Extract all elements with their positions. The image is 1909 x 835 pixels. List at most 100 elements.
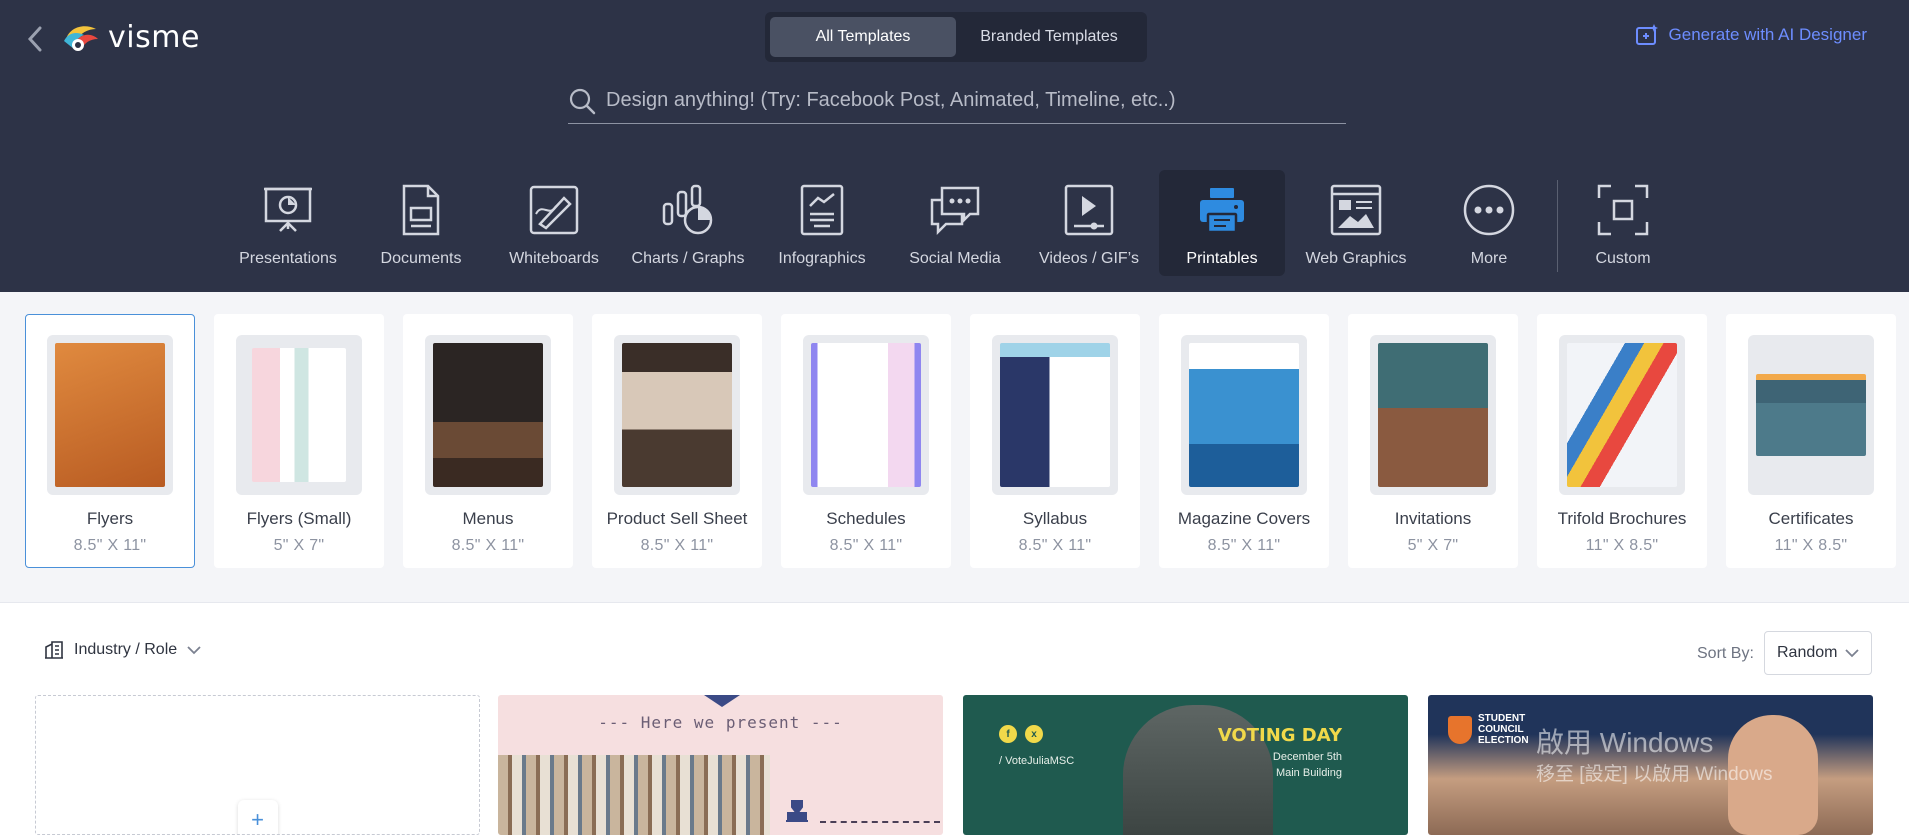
- industry-role-label: Industry / Role: [74, 641, 178, 658]
- category-label: Custom: [1595, 250, 1651, 267]
- template-card[interactable]: STUDENT COUNCIL ELECTION 啟用 Windows 移至 […: [1428, 695, 1873, 835]
- subcategory-thumbnail: [803, 335, 929, 495]
- industry-role-dropdown[interactable]: Industry / Role: [44, 641, 201, 659]
- category-infographics[interactable]: Infographics: [759, 170, 885, 276]
- subcategory-syllabus[interactable]: Syllabus 8.5" X 11": [970, 314, 1140, 568]
- search-input[interactable]: [606, 89, 1326, 112]
- category-printables[interactable]: Printables: [1159, 170, 1285, 276]
- social-icons: f x: [999, 725, 1043, 743]
- subcategory-certificates[interactable]: Certificates 11" X 8.5": [1726, 314, 1896, 568]
- voting-date: December 5th Main Building: [1273, 749, 1342, 781]
- generate-ai-designer-button[interactable]: Generate with AI Designer: [1635, 24, 1867, 46]
- back-button[interactable]: [22, 24, 48, 54]
- visme-logo-icon: [64, 25, 98, 51]
- subcategory-thumbnail: [1181, 335, 1307, 495]
- handle-text: / VoteJuliaMSC: [999, 755, 1075, 767]
- subcategory-size: 5" X 7": [273, 537, 325, 554]
- chevron-down-icon: [1845, 649, 1859, 658]
- windows-watermark-title: 啟用 Windows: [1536, 727, 1714, 758]
- blank-template-card[interactable]: +: [35, 695, 480, 835]
- subcategory-product-sell-sheet[interactable]: Product Sell Sheet 8.5" X 11": [592, 314, 762, 568]
- subcategory-name: Invitations: [1394, 509, 1472, 528]
- subcategory-name: Trifold Brochures: [1557, 509, 1687, 528]
- tab-branded-templates[interactable]: Branded Templates: [956, 17, 1142, 57]
- tab-all-templates[interactable]: All Templates: [770, 17, 956, 57]
- subcategory-size: 5" X 7": [1407, 537, 1459, 554]
- shield-icon: [1448, 715, 1472, 744]
- category-label: Social Media: [909, 250, 1001, 267]
- subcategory-schedules[interactable]: Schedules 8.5" X 11": [781, 314, 951, 568]
- subcategory-size: 8.5" X 11": [73, 537, 147, 554]
- filter-bar: Industry / Role Sort By: Random: [0, 602, 1909, 692]
- subcategory-name: Product Sell Sheet: [606, 509, 748, 528]
- search-bar: [568, 78, 1346, 124]
- voting-day-title: VOTING DAY: [1217, 725, 1342, 746]
- template-card[interactable]: f x / VoteJuliaMSC VOTING DAY December 5…: [963, 695, 1408, 835]
- visme-logo[interactable]: visme: [62, 20, 200, 55]
- facebook-icon: f: [999, 725, 1017, 743]
- chevron-down-icon: [187, 646, 201, 655]
- subcategory-flyers[interactable]: Flyers 8.5" X 11": [25, 314, 195, 568]
- x-icon: x: [1025, 725, 1043, 743]
- category-label: Web Graphics: [1305, 250, 1407, 267]
- subcategory-name: Flyers (Small): [246, 509, 352, 528]
- category-label: Infographics: [778, 250, 866, 267]
- stamp-icon: [786, 800, 808, 822]
- category-social-media[interactable]: Social Media: [892, 170, 1018, 276]
- subcategory-magazine-covers[interactable]: Magazine Covers 8.5" X 11": [1159, 314, 1329, 568]
- subcategory-thumbnail: [236, 335, 362, 495]
- subcategory-name: Certificates: [1768, 509, 1854, 528]
- subcategory-name: Syllabus: [1022, 509, 1088, 528]
- presentation-icon: [264, 187, 312, 232]
- subcategory-trifold-brochures[interactable]: Trifold Brochures 11" X 8.5": [1537, 314, 1707, 568]
- subcategory-size: 11" X 8.5": [1585, 537, 1659, 554]
- subcategory-name: Menus: [462, 509, 514, 528]
- category-whiteboards[interactable]: Whiteboards: [491, 170, 617, 276]
- subcategory-size: 8.5" X 11": [1207, 537, 1281, 554]
- video-icon: [1064, 184, 1114, 236]
- sort-select[interactable]: Random: [1764, 631, 1872, 675]
- ai-sparkle-icon: [1635, 24, 1658, 45]
- subcategory-thumbnail: [992, 335, 1118, 495]
- category-label: More: [1470, 250, 1508, 267]
- subcategory-thumbnail: [1559, 335, 1685, 495]
- subcategory-thumbnail: [47, 335, 173, 495]
- sort-by-label: Sort By:: [1697, 645, 1754, 662]
- voting-date-line: December 5th: [1272, 751, 1342, 763]
- social-media-icon: [930, 186, 980, 236]
- subcategory-flyers-small[interactable]: Flyers (Small) 5" X 7": [214, 314, 384, 568]
- building-icon: [45, 641, 63, 659]
- category-presentations[interactable]: Presentations: [225, 170, 351, 276]
- category-charts-graphs[interactable]: Charts / Graphs: [625, 170, 751, 276]
- category-label: Presentations: [239, 250, 337, 267]
- printables-subcategories: Flyers 8.5" X 11" Flyers (Small) 5" X 7"…: [0, 292, 1909, 602]
- template-card[interactable]: --- Here we present ---: [498, 695, 943, 835]
- badge-line: COUNCIL: [1478, 724, 1524, 735]
- add-blank-button[interactable]: +: [237, 800, 278, 834]
- web-graphics-icon: [1330, 184, 1382, 236]
- subcategory-name: Magazine Covers: [1177, 509, 1311, 528]
- category-web-graphics[interactable]: Web Graphics: [1293, 170, 1419, 276]
- category-documents[interactable]: Documents: [358, 170, 484, 276]
- election-badge: STUDENT COUNCIL ELECTION: [1448, 713, 1529, 746]
- subcategory-menus[interactable]: Menus 8.5" X 11": [403, 314, 573, 568]
- category-label: Charts / Graphs: [631, 250, 745, 267]
- category-custom[interactable]: Custom: [1560, 170, 1686, 276]
- top-header: visme All Templates Branded Templates Ge…: [0, 0, 1909, 292]
- category-bar: Presentations Documents Whiteboards Char…: [0, 170, 1909, 276]
- subcategory-size: 8.5" X 11": [1018, 537, 1092, 554]
- subcategory-thumbnail: [614, 335, 740, 495]
- subcategory-thumbnail: [1748, 335, 1874, 495]
- subcategory-size: 11" X 8.5": [1774, 537, 1848, 554]
- category-label: Documents: [380, 250, 462, 267]
- category-more[interactable]: More: [1426, 170, 1552, 276]
- subcategory-thumbnail: [1370, 335, 1496, 495]
- template-heading: --- Here we present ---: [598, 713, 843, 732]
- logo-text: visme: [108, 20, 200, 55]
- subcategory-invitations[interactable]: Invitations 5" X 7": [1348, 314, 1518, 568]
- generate-ai-designer-label: Generate with AI Designer: [1668, 25, 1867, 44]
- subcategory-size: 8.5" X 11": [640, 537, 714, 554]
- voting-location-line: Main Building: [1275, 767, 1342, 779]
- search-icon: [569, 88, 596, 114]
- category-videos-gifs[interactable]: Videos / GIF’s: [1026, 170, 1152, 276]
